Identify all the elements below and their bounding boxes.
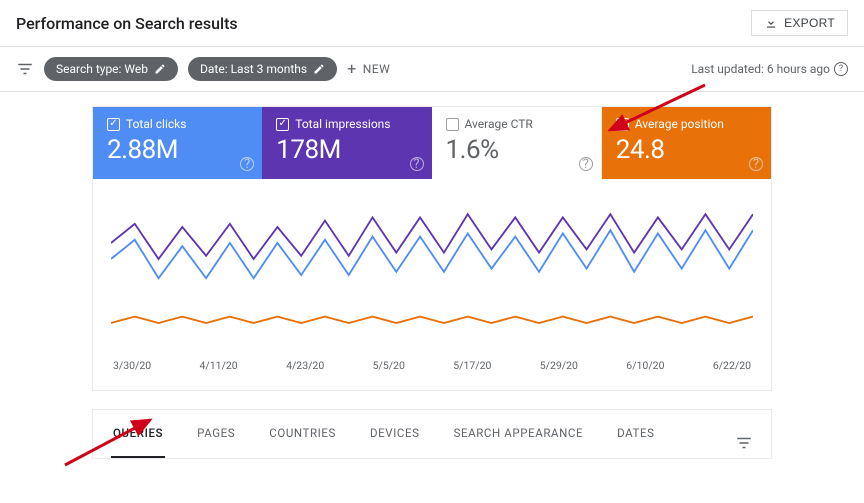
page-header: Performance on Search results EXPORT <box>0 0 864 47</box>
search-type-chip-label: Search type: Web <box>56 62 148 76</box>
metric-label: Average position <box>635 117 724 131</box>
date-chip-label: Date: Last 3 months <box>200 62 307 76</box>
x-axis-tick: 4/11/20 <box>200 359 238 372</box>
checkbox-icon <box>107 118 120 131</box>
x-axis-tick: 5/17/20 <box>453 359 491 372</box>
download-icon <box>764 16 778 30</box>
x-axis-tick: 3/30/20 <box>113 359 151 372</box>
metric-label: Average CTR <box>465 117 533 131</box>
checkbox-icon <box>446 118 459 131</box>
x-axis-tick: 5/5/20 <box>373 359 405 372</box>
export-label: EXPORT <box>784 16 835 30</box>
tab-search-appearance[interactable]: SEARCH APPEARANCE <box>452 410 586 458</box>
metric-label: Total clicks <box>126 117 186 131</box>
x-axis-tick: 6/22/20 <box>713 359 751 372</box>
checkbox-icon <box>276 118 289 131</box>
tab-countries[interactable]: COUNTRIES <box>267 410 338 458</box>
performance-card: Total clicks 2.88M ? Total impressions 1… <box>92 106 772 391</box>
search-type-chip[interactable]: Search type: Web <box>44 57 178 81</box>
x-axis-tick: 6/10/20 <box>626 359 664 372</box>
help-icon[interactable]: ? <box>579 157 593 171</box>
export-button[interactable]: EXPORT <box>751 10 848 36</box>
last-updated-label: Last updated: 6 hours ago <box>691 62 830 76</box>
date-chip[interactable]: Date: Last 3 months <box>188 57 337 81</box>
timeseries-chart <box>111 195 753 355</box>
dimensions-tabs: QUERIES PAGES COUNTRIES DEVICES SEARCH APPEA… <box>111 410 753 458</box>
metric-value: 1.6% <box>446 135 587 165</box>
metric-average-ctr[interactable]: Average CTR 1.6% ? <box>432 107 602 179</box>
x-axis-tick: 4/23/20 <box>286 359 324 372</box>
tab-devices[interactable]: DEVICES <box>368 410 422 458</box>
filter-bar: Search type: Web Date: Last 3 months + N… <box>0 47 864 92</box>
new-filter-button[interactable]: + NEW <box>347 61 390 77</box>
tab-dates[interactable]: DATES <box>615 410 656 458</box>
help-icon[interactable]: ? <box>240 157 254 171</box>
x-axis-tick: 5/29/20 <box>540 359 578 372</box>
metric-label: Total impressions <box>295 117 390 131</box>
metric-value: 178M <box>276 135 417 165</box>
last-updated-text: Last updated: 6 hours ago ? <box>691 62 848 76</box>
metric-value: 2.88M <box>107 135 248 165</box>
page-title: Performance on Search results <box>16 14 238 33</box>
metric-total-clicks[interactable]: Total clicks 2.88M ? <box>93 107 262 179</box>
pencil-icon <box>313 63 325 75</box>
metric-total-impressions[interactable]: Total impressions 178M ? <box>262 107 431 179</box>
chart-area: 3/30/20 4/11/20 4/23/20 5/5/20 5/17/20 5/29/2… <box>93 179 771 390</box>
tab-pages[interactable]: PAGES <box>195 410 237 458</box>
metric-value: 24.8 <box>616 135 757 165</box>
tab-queries[interactable]: QUERIES <box>111 410 165 458</box>
filter-icon[interactable] <box>16 60 34 78</box>
new-label: NEW <box>363 62 391 76</box>
help-icon[interactable]: ? <box>410 157 424 171</box>
pencil-icon <box>154 63 166 75</box>
metric-average-position[interactable]: Average position 24.8 ? <box>602 107 771 179</box>
filter-icon[interactable] <box>735 434 753 452</box>
chart-series-average-position <box>111 317 753 323</box>
dimensions-tabs-card: QUERIES PAGES COUNTRIES DEVICES SEARCH APPEA… <box>92 409 772 459</box>
metric-tiles: Total clicks 2.88M ? Total impressions 1… <box>93 107 771 179</box>
help-icon[interactable]: ? <box>834 62 848 76</box>
chart-x-axis: 3/30/20 4/11/20 4/23/20 5/5/20 5/17/20 5/29/2… <box>111 355 753 372</box>
plus-icon: + <box>347 61 357 77</box>
checkbox-icon <box>616 118 629 131</box>
help-icon[interactable]: ? <box>749 157 763 171</box>
